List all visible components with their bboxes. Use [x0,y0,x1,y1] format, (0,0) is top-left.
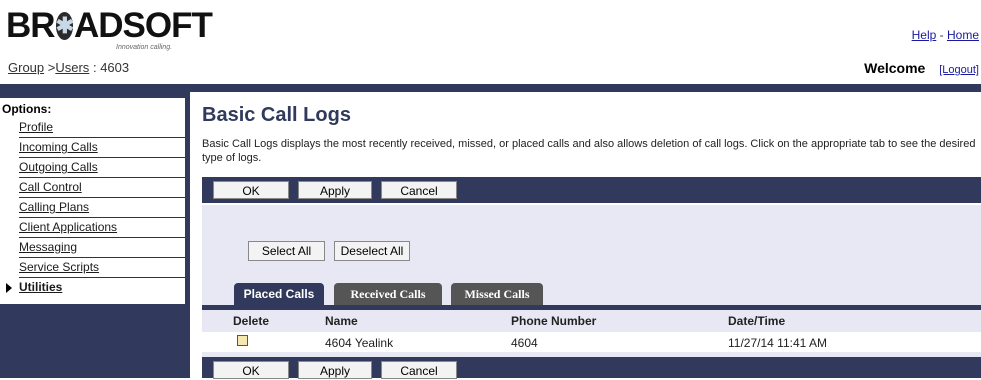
col-header-name[interactable]: Name [325,314,358,328]
sidebar-item-messaging[interactable]: Messaging [19,238,185,258]
current-item-arrow-icon [6,283,12,293]
top-bar [0,84,981,92]
col-header-delete[interactable]: Delete [233,314,269,328]
bottom-button-bar: OK Apply Cancel [202,357,981,379]
options-title: Options: [2,102,52,116]
breadcrumb-user-id: 4603 [100,60,130,75]
welcome-text: Welcome [864,60,926,76]
sidebar-item-label[interactable]: Incoming Calls [19,140,98,154]
broadsoft-logo: BR ✱ ADSOFT Innovation calling. [6,6,213,60]
col-header-datetime[interactable]: Date/Time [728,314,785,328]
sidebar-item-client-applications[interactable]: Client Applications [19,218,185,238]
logo-text-left: BR [6,6,56,45]
options-menu: Options: Profile Incoming Calls Outgoing… [0,98,185,304]
page-title: Basic Call Logs [202,104,351,126]
cell-phone: 4604 [511,336,538,350]
sidebar-item-label[interactable]: Profile [19,120,53,134]
deselect-all-button[interactable]: Deselect All [334,241,410,261]
cancel-button-bottom[interactable]: Cancel [381,361,457,379]
sidebar-item-label[interactable]: Outgoing Calls [19,160,98,174]
tab-received-calls[interactable]: Received Calls [334,283,442,305]
top-links: Help - Home [912,28,979,42]
sidebar-item-label[interactable]: Call Control [19,180,82,194]
breadcrumb: Group >Users : 4603 [8,60,129,75]
ok-button[interactable]: OK [213,181,289,199]
sidebar-item-profile[interactable]: Profile [19,118,185,138]
welcome-area: Welcome [Logout] [864,60,979,76]
apply-button[interactable]: Apply [298,181,372,199]
tab-missed-calls[interactable]: Missed Calls [451,283,543,305]
sidebar-item-label[interactable]: Utilities [19,280,62,294]
tab-underline [202,305,981,310]
help-link[interactable]: Help [912,28,937,42]
apply-button-bottom[interactable]: Apply [298,361,372,379]
logout-link[interactable]: [Logout] [939,64,979,76]
cancel-button[interactable]: Cancel [381,181,457,199]
table-row [202,332,981,352]
page-description: Basic Call Logs displays the most recent… [202,138,976,164]
tab-placed-calls[interactable]: Placed Calls [234,283,324,305]
sidebar-item-service-scripts[interactable]: Service Scripts [19,258,185,278]
home-link[interactable]: Home [947,28,979,42]
delete-checkbox[interactable] [237,335,248,346]
cell-name: 4604 Yealink [325,336,394,350]
breadcrumb-group[interactable]: Group [8,60,44,75]
logo-tagline: Innovation calling. [116,44,173,51]
ok-button-bottom[interactable]: OK [213,361,289,379]
link-separator: - [939,28,944,42]
sidebar-item-label[interactable]: Calling Plans [19,200,89,214]
cell-datetime: 11/27/14 11:41 AM [728,336,827,350]
col-header-phone[interactable]: Phone Number [511,314,596,328]
sidebar-item-label[interactable]: Client Applications [19,220,117,234]
sidebar-item-label[interactable]: Messaging [19,240,77,254]
breadcrumb-colon: : [92,60,97,75]
sidebar-item-label[interactable]: Service Scripts [19,260,99,274]
logo-text-right: ADSOFT [74,6,213,45]
select-all-button[interactable]: Select All [248,241,325,261]
sidebar-item-utilities[interactable]: Utilities [0,278,185,297]
sidebar-item-call-control[interactable]: Call Control [19,178,185,198]
breadcrumb-users[interactable]: Users [55,60,89,75]
top-button-bar: OK Apply Cancel [202,177,981,203]
sidebar-item-incoming-calls[interactable]: Incoming Calls [19,138,185,158]
logo-star-icon: ✱ [55,12,74,40]
sidebar-item-outgoing-calls[interactable]: Outgoing Calls [19,158,185,178]
sidebar-item-calling-plans[interactable]: Calling Plans [19,198,185,218]
